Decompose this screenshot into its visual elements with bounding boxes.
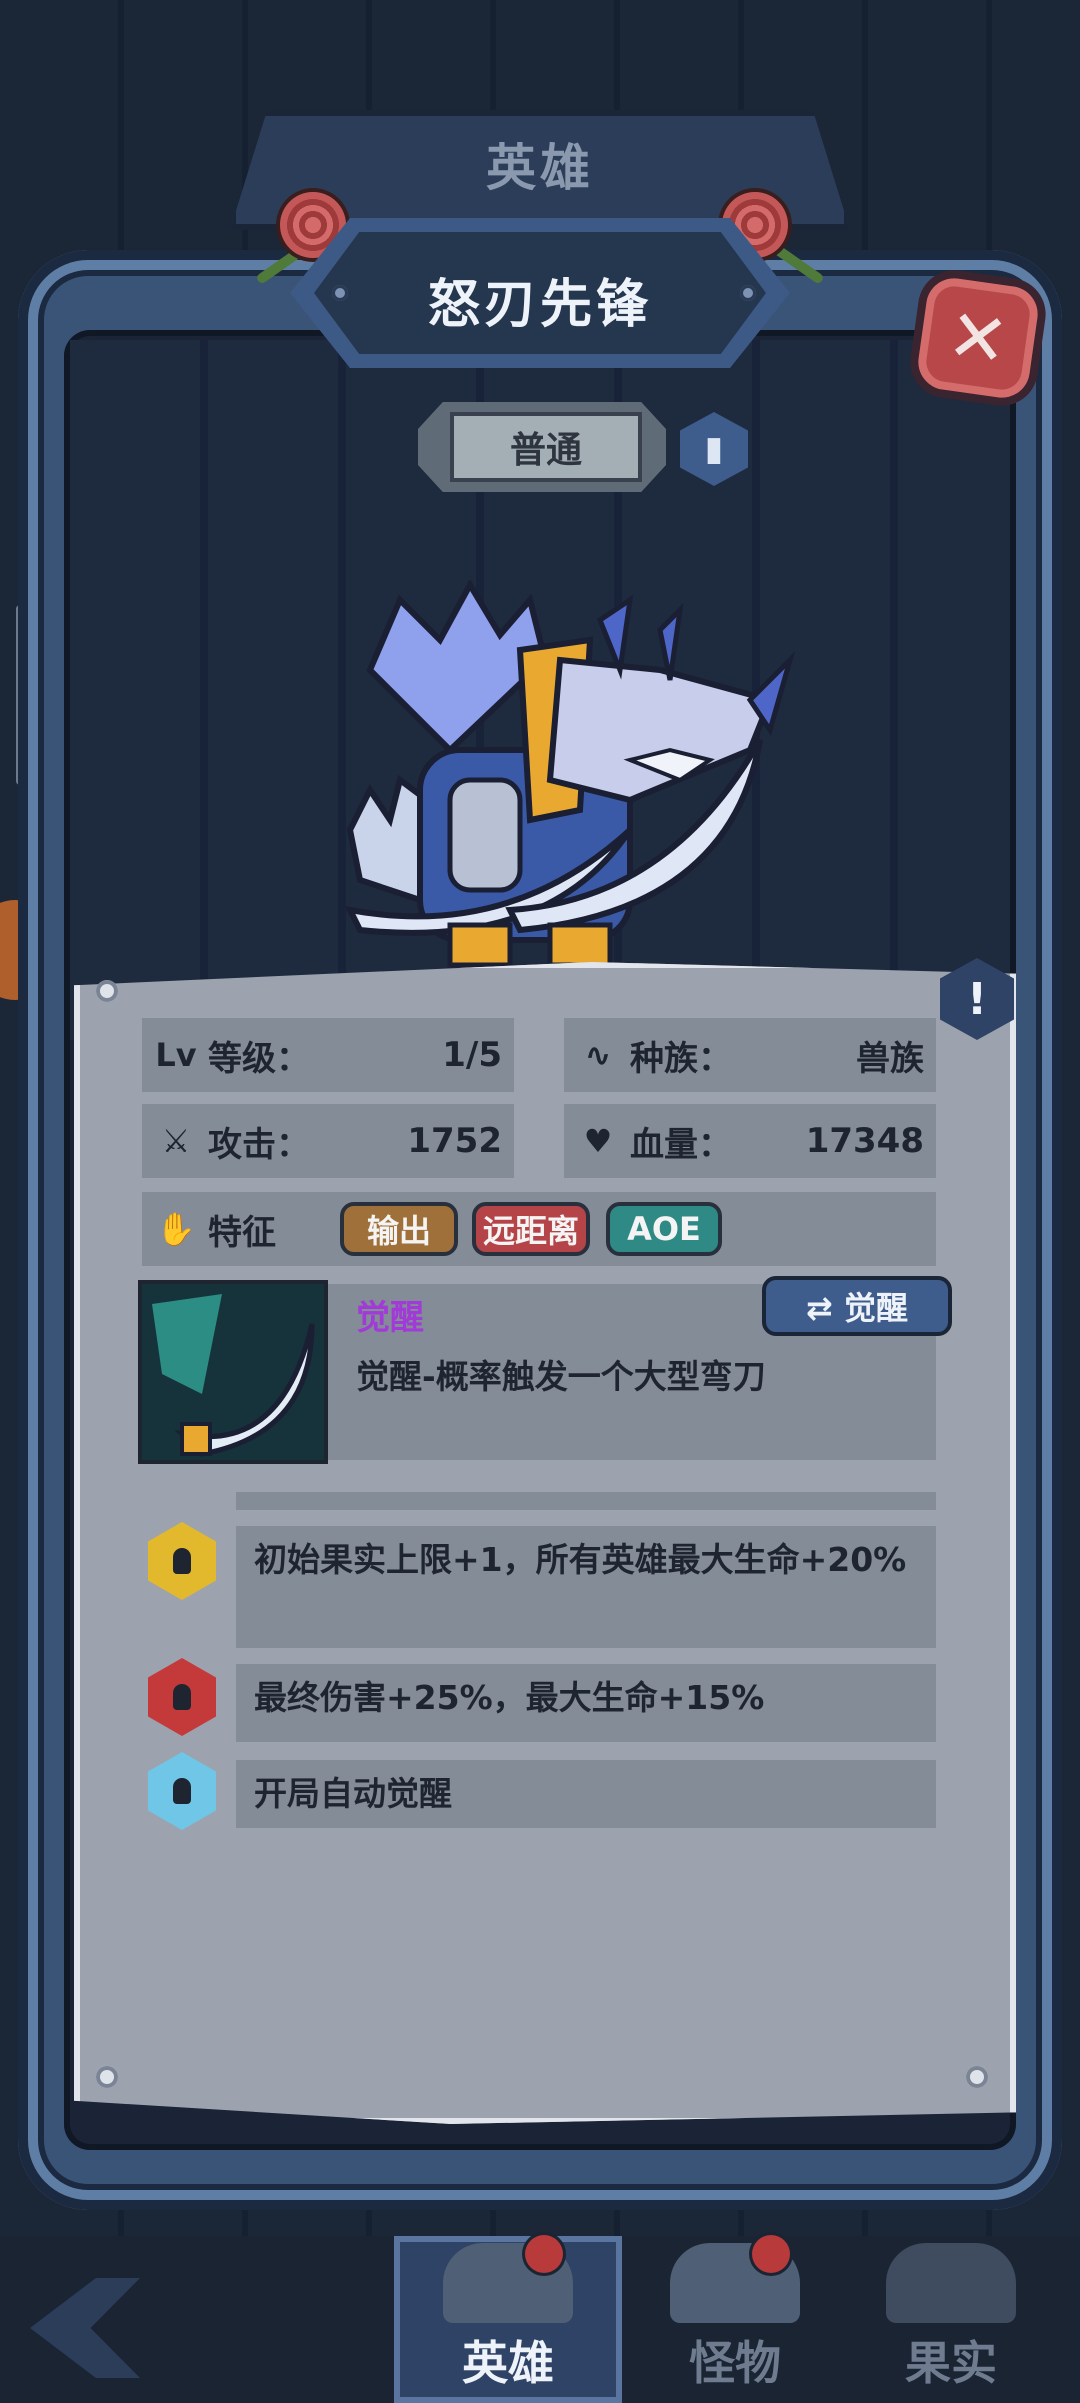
heart-icon: ♥ [583, 1122, 613, 1160]
hp-label: 血量： [630, 1124, 732, 1165]
race-value: 兽族 [856, 1038, 924, 1079]
rarity-label: 普通 [450, 412, 642, 482]
close-icon: ✕ [942, 292, 1014, 384]
attack-label: 攻击： [208, 1124, 310, 1165]
hp-value: 17348 [805, 1121, 924, 1161]
level-label: 等级： [208, 1038, 310, 1079]
hero-tab-icon [443, 2235, 573, 2323]
race-label: 种族： [630, 1038, 732, 1079]
nav-hero-tab[interactable]: 英雄 [394, 2235, 622, 2403]
exclamation-icon: ! [966, 973, 988, 1025]
close-button[interactable]: ✕ [914, 274, 1042, 402]
panel-pin [96, 2066, 118, 2088]
nav-fruit-tab[interactable]: 果实 [856, 2236, 1046, 2403]
book-icon: ▮ [704, 429, 724, 469]
panel-pin [966, 2066, 988, 2088]
notification-dot [525, 2235, 563, 2273]
awaken-button[interactable]: ⇄ 觉醒 [762, 1276, 952, 1336]
nav-monster-tab[interactable]: 怪物 [640, 2235, 830, 2403]
tag-aoe: AOE [606, 1202, 722, 1256]
upgrade-row-partial [236, 1492, 936, 1510]
blade-icon [142, 1284, 324, 1460]
attack-value: 1752 [407, 1121, 502, 1161]
level-value: 1/5 [442, 1035, 502, 1075]
hero-name: 怒刃先锋 [427, 275, 652, 335]
hero-portrait [344, 580, 796, 968]
skill-description: 觉醒-概率触发一个大型弯刀 [356, 1357, 766, 1396]
dna-icon: ∿ [584, 1036, 612, 1074]
upgrade-row-3: 开局自动觉醒 [236, 1760, 936, 1828]
traits-label: 特征 [208, 1212, 276, 1253]
fruit-tab-icon [886, 2243, 1016, 2323]
upgrade-row-1: 初始果实上限+1，所有英雄最大生命+20% [236, 1526, 936, 1648]
nav-monster-label: 怪物 [689, 2336, 781, 2390]
nav-fruit-label: 果实 [905, 2336, 997, 2390]
tag-output: 输出 [340, 1202, 458, 1256]
section-title: 英雄 [486, 139, 594, 197]
panel-pin [96, 980, 118, 1002]
skill-title: 觉醒 [356, 1298, 424, 1338]
attack-stat: ⚔ 攻击： 1752 [142, 1104, 514, 1178]
claw-icon: ✋ [156, 1210, 196, 1248]
skill-icon[interactable] [138, 1280, 328, 1464]
monster-tab-icon [670, 2235, 800, 2323]
nav-hero-label: 英雄 [462, 2336, 554, 2390]
race-stat: ∿ 种族： 兽族 [564, 1018, 936, 1092]
notification-dot [752, 2235, 790, 2273]
sword-icon: ⚔ [161, 1122, 191, 1160]
level-stat: Lv 等级： 1/5 [142, 1018, 514, 1092]
tag-ranged: 远距离 [472, 1202, 590, 1256]
upgrade-row-2: 最终伤害+25%，最大生命+15% [236, 1664, 936, 1742]
hp-stat: ♥ 血量： 17348 [564, 1104, 936, 1178]
level-icon: Lv [155, 1036, 197, 1074]
